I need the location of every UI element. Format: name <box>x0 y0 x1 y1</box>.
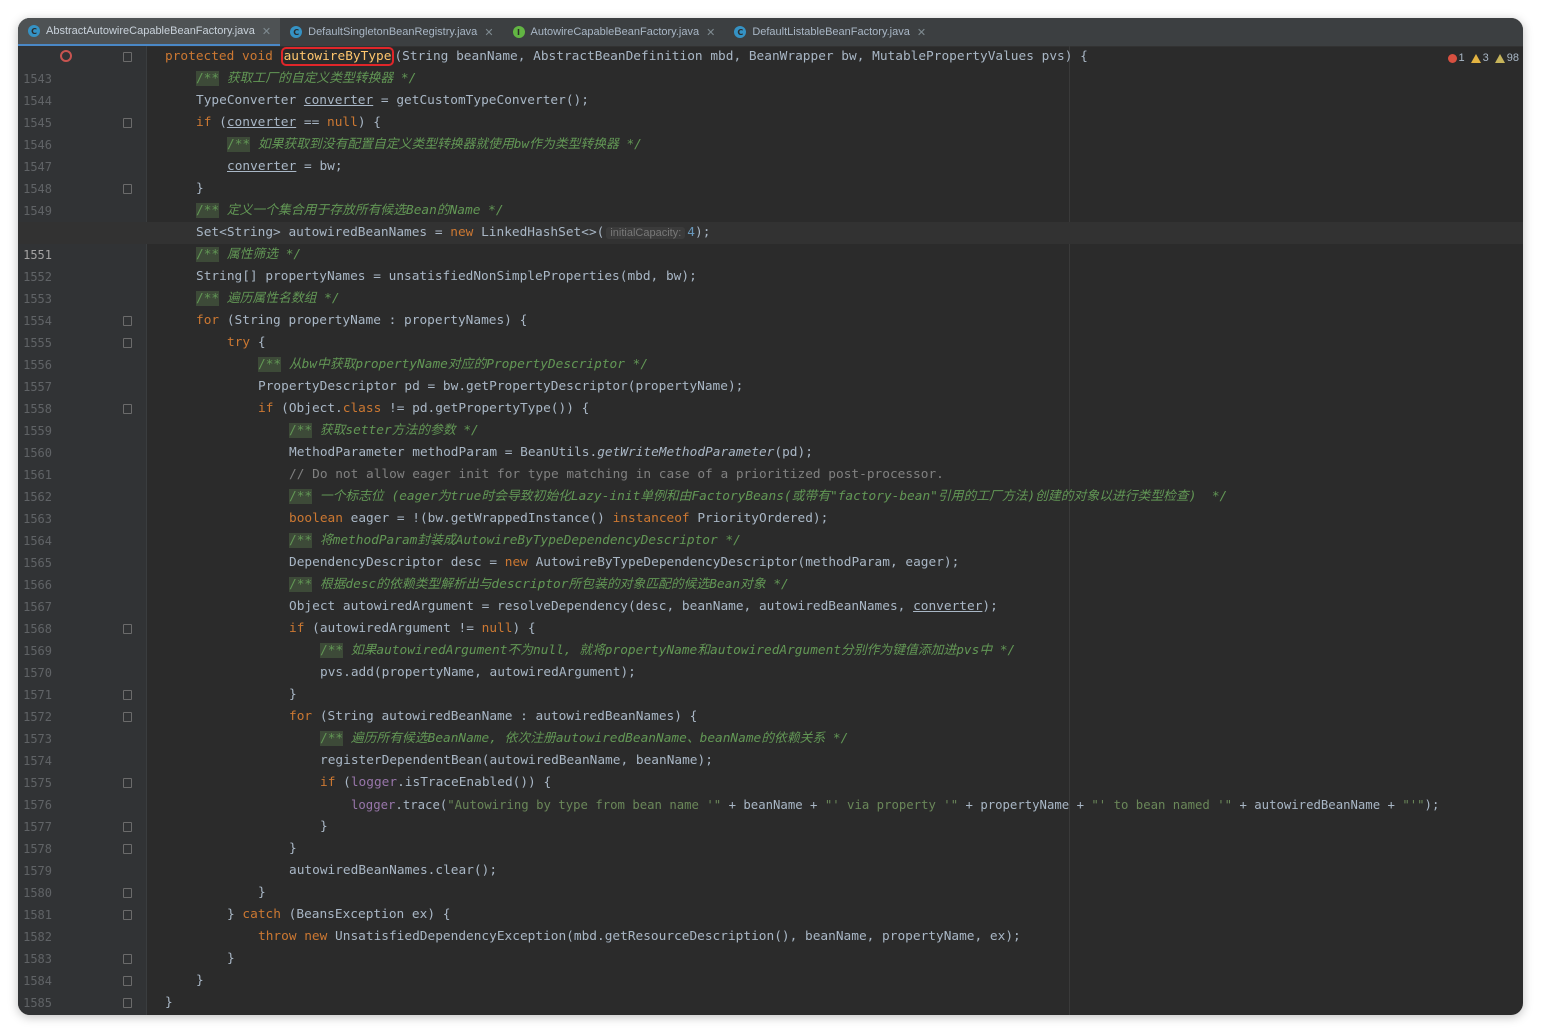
fold-icon[interactable] <box>123 118 132 128</box>
method-name-highlight: autowireByType <box>280 47 395 66</box>
code-line: 1557 /** 从bw中获取propertyName对应的PropertyDe… <box>23 357 649 394</box>
code-line: 1547 /** 如果获取到没有配置自定义类型转换器就使用bw作为类型转换器 *… <box>23 137 642 174</box>
code-line: 1556 try { <box>23 335 266 372</box>
class-icon: C <box>290 26 303 38</box>
class-icon: C <box>734 26 747 38</box>
close-icon[interactable]: ✕ <box>262 25 271 38</box>
fold-icon[interactable] <box>123 712 132 722</box>
fold-icon[interactable] <box>123 184 132 194</box>
code-line: 1564 boolean eager = !(bw.getWrappedInst… <box>23 511 829 548</box>
code-line: 1585 } <box>23 973 204 1010</box>
fold-icon[interactable] <box>123 338 132 348</box>
code-line: 1584 } <box>23 951 235 988</box>
breakpoint-icon[interactable] <box>60 50 72 62</box>
tab-label: DefaultListableBeanFactory.java <box>752 26 910 38</box>
tab-label: AbstractAutowireCapableBeanFactory.java <box>46 25 255 37</box>
code-line: 1572 } <box>23 687 297 724</box>
code-line: 1579 } <box>23 841 297 878</box>
code-line: 1550 /** 定义一个集合用于存放所有候选Bean的Name */ <box>23 203 504 240</box>
code-line: 1559 if (Object.class != pd.getPropertyT… <box>23 401 590 438</box>
code-line: 1582 } catch (BeansException ex) { <box>23 907 451 944</box>
fold-icon[interactable] <box>123 888 132 898</box>
code-line: 1569 if (autowiredArgument != null) { <box>23 621 536 658</box>
doc-comment: 获取工厂的自定义类型转换器 */ <box>219 71 417 86</box>
code-line: 1560 /** 获取setter方法的参数 */ <box>23 423 479 460</box>
code-line: 1568 Object autowiredArgument = resolveD… <box>23 599 998 636</box>
fold-icon[interactable] <box>123 52 132 62</box>
fold-icon[interactable] <box>123 778 132 788</box>
tab-label: DefaultSingletonBeanRegistry.java <box>308 26 478 38</box>
code-line: 1580 autowiredBeanNames.clear(); <box>23 863 498 900</box>
code-line: 1554 /** 遍历属性名数组 */ <box>23 291 340 328</box>
fold-icon[interactable] <box>123 976 132 986</box>
code-line: 1571 pvs.add(propertyName, autowiredArgu… <box>23 665 636 702</box>
line-comment: // Do not allow eager init for type matc… <box>289 467 944 482</box>
code-line: 1573 for (String autowiredBeanName : aut… <box>23 709 698 746</box>
tab-default-singleton-bean-registry[interactable]: C DefaultSingletonBeanRegistry.java ✕ <box>280 18 502 46</box>
fold-icon[interactable] <box>123 998 132 1008</box>
code-line: 1562 // Do not allow eager init for type… <box>23 467 944 504</box>
code-line: 1546 if (converter == null) { <box>23 115 381 152</box>
code-editor[interactable]: 1 3 98 1543 protected void autowireByTyp… <box>18 46 1523 1015</box>
code-line: 1565 /** 将methodParam封装成AutowireByTypeDe… <box>23 533 741 570</box>
fold-icon[interactable] <box>123 822 132 832</box>
code-line: 1548 converter = bw; <box>23 159 343 196</box>
code-line: 1578 } <box>23 819 328 856</box>
code-line: 1567 /** 根据desc的依赖类型解析出与descriptor所包装的对象… <box>23 577 789 614</box>
fold-icon[interactable] <box>123 844 132 854</box>
fold-icon[interactable] <box>123 624 132 634</box>
code-line: 1552 /** 属性筛选 */ <box>23 247 302 284</box>
editor-tab-bar: C AbstractAutowireCapableBeanFactory.jav… <box>18 18 1523 47</box>
code-lines: 1543 protected void autowireByType (Strin… <box>18 46 1523 1014</box>
tab-default-listable-bean-factory[interactable]: C DefaultListableBeanFactory.java ✕ <box>724 18 935 46</box>
code-line: 1558 PropertyDescriptor pd = bw.getPrope… <box>23 379 744 416</box>
tab-autowire-capable-bean-factory[interactable]: I AutowireCapableBeanFactory.java ✕ <box>503 18 725 46</box>
class-icon: C <box>28 25 40 37</box>
code-line: 1563 /** 一个标志位 (eager为true时会导致初始化Lazy-in… <box>23 489 1228 526</box>
code-line: 1549 } <box>23 181 204 218</box>
close-icon[interactable]: ✕ <box>484 26 493 39</box>
code-line: 1586 } <box>18 992 1523 1014</box>
current-code-line: 1551 Set<String> autowiredBeanNames = ne… <box>18 222 1523 262</box>
code-line: 1574 /** 遍历所有候选BeanName, 依次注册autowiredBe… <box>23 731 849 768</box>
close-icon[interactable]: ✕ <box>917 26 926 39</box>
interface-icon: I <box>512 26 525 38</box>
fold-icon[interactable] <box>123 690 132 700</box>
code-line: 1570 /** 如果autowiredArgument不为null, 就将pr… <box>23 643 1016 680</box>
tab-label: AutowireCapableBeanFactory.java <box>530 26 700 38</box>
fold-icon[interactable] <box>123 910 132 920</box>
code-line: 1561 MethodParameter methodParam = BeanU… <box>23 445 813 482</box>
fold-icon[interactable] <box>123 954 132 964</box>
code-line: 1581 } <box>23 885 266 922</box>
code-line: 1566 DependencyDescriptor desc = new Aut… <box>23 555 960 592</box>
code-line: 1555 for (String propertyName : property… <box>23 313 528 350</box>
fold-icon[interactable] <box>123 316 132 326</box>
code-line: 1583 throw new UnsatisfiedDependencyExce… <box>23 929 1021 966</box>
code-line: 1553 String[] propertyNames = unsatisfie… <box>23 269 697 306</box>
code-line: 1577 logger.trace("Autowiring by type fr… <box>23 798 1440 834</box>
code-line: 1545 TypeConverter converter = getCustom… <box>23 93 589 130</box>
code-line: 1575 registerDependentBean(autowiredBean… <box>23 753 713 790</box>
parameter-hint: initialCapacity: <box>606 227 686 239</box>
code-line: 1544 /** 获取工厂的自定义类型转换器 */ <box>23 71 417 108</box>
tab-abstract-autowire-capable-bean-factory[interactable]: C AbstractAutowireCapableBeanFactory.jav… <box>18 18 281 46</box>
close-icon[interactable]: ✕ <box>706 26 715 39</box>
ide-window: C AbstractAutowireCapableBeanFactory.jav… <box>18 18 1523 1015</box>
code-line: 1543 protected void autowireByType (Strin… <box>18 46 1523 86</box>
code-line: 1576 if (logger.isTraceEnabled()) { <box>23 775 552 812</box>
fold-icon[interactable] <box>123 404 132 414</box>
